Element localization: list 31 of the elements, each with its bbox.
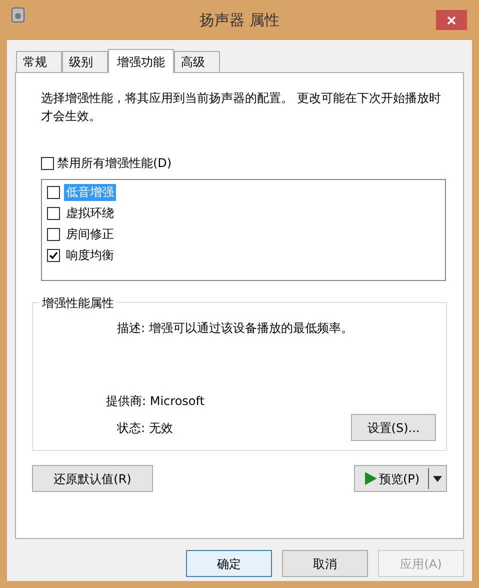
list-item[interactable]: 房间修正 [64,226,116,243]
checkbox[interactable] [47,228,60,241]
settings-button[interactable]: 设置(S)... [351,414,436,441]
tab[interactable]: 常规 [16,51,62,72]
tab[interactable]: 增强功能 [108,49,174,73]
checkbox-label: 禁用所有增强性能(D) [57,155,172,172]
list-item[interactable]: 响度均衡 [64,247,116,264]
checkbox[interactable] [47,207,60,220]
play-icon [365,472,377,485]
speaker-icon [11,7,25,23]
window-title: 扬声器 属性 [198,10,280,31]
close-button[interactable] [436,10,467,30]
restore-defaults-button[interactable]: 还原默认值(R) [32,465,153,492]
preview-label: 预览(P) [379,470,421,488]
tab[interactable]: 级别 [62,51,108,72]
dialog-button[interactable]: 取消 [282,550,368,577]
dialog-button[interactable]: 确定 [186,550,272,577]
intro-text: 选择增强性能，将其应用到当前扬声器的配置。 更改可能在下次开始播放时才会生效。 [41,90,442,125]
close-icon [447,16,456,24]
provider-text: 提供商: Microsoft [106,393,206,410]
dropdown-arrow-icon[interactable] [433,476,442,482]
checkmark-icon [49,251,58,260]
checkbox[interactable] [47,249,60,262]
checkbox[interactable] [41,156,54,170]
preview-button[interactable]: 预览(P) [354,465,447,492]
tab[interactable]: 高级 [174,51,220,72]
description-text: 描述: 增强可以通过该设备播放的最低频率。 [117,320,354,337]
status-text: 状态: 无效 [117,420,173,436]
checkbox[interactable] [47,186,60,199]
group-title: 增强性能属性 [40,294,116,312]
list-item[interactable]: 虚拟环绕 [64,205,116,222]
